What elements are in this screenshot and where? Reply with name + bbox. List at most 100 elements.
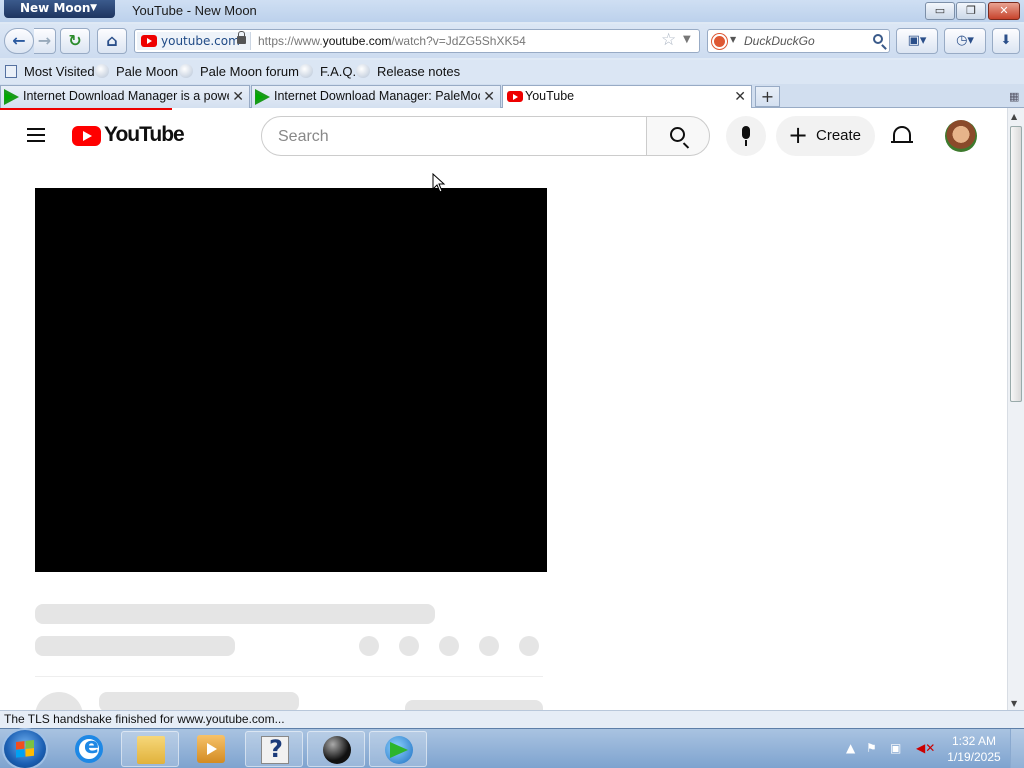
youtube-icon — [507, 91, 523, 102]
restore-button[interactable]: ❐ — [956, 2, 986, 20]
create-label: Create — [816, 127, 862, 144]
scroll-down-arrow-icon[interactable]: ▼ — [1011, 699, 1017, 708]
reload-icon: ↻ — [68, 31, 82, 50]
taskbar-idm[interactable] — [369, 731, 427, 767]
close-tab-icon[interactable]: ✕ — [232, 86, 244, 107]
site-identity-label: youtube.com — [161, 34, 240, 48]
bookmark-star-icon[interactable]: ☆ — [661, 30, 676, 50]
taskbar-new-moon[interactable] — [307, 731, 365, 767]
tab-label: YouTube — [525, 89, 575, 103]
avatar-placeholder — [35, 692, 83, 710]
help-icon — [261, 735, 289, 764]
tab-idm-1[interactable]: Internet Download Manager is a power ✕ — [0, 85, 250, 108]
home-icon: ⌂ — [106, 31, 118, 50]
forward-button[interactable]: → — [34, 28, 56, 54]
globe-icon — [95, 64, 109, 78]
search-icon[interactable] — [873, 34, 883, 44]
site-identity-button[interactable]: youtube.com — [137, 31, 251, 50]
hamburger-menu-icon[interactable] — [27, 128, 45, 142]
back-button[interactable]: ← — [4, 28, 34, 54]
network-icon[interactable]: ▣ — [890, 741, 901, 755]
puzzle-icon: ▣▾ — [907, 33, 927, 48]
minimize-button[interactable]: ▭ — [925, 2, 955, 20]
url-prefix: https://www. — [258, 34, 323, 48]
divider — [35, 676, 543, 677]
scroll-up-arrow-icon[interactable]: ▲ — [1011, 112, 1017, 121]
taskbar-internet-explorer[interactable] — [60, 731, 118, 767]
create-button[interactable]: + Create — [776, 116, 875, 156]
action-center-flag-icon[interactable]: ⚑ — [866, 741, 877, 755]
page-content: YouTube Search + Create — [0, 108, 1007, 710]
url-bar[interactable]: youtube.com https://www.youtube.com/watc… — [134, 29, 700, 53]
grid-icon: ▦ — [1009, 90, 1020, 103]
most-visited-icon — [5, 65, 17, 78]
url-history-dropdown-icon[interactable]: ▼ — [683, 34, 691, 45]
show-hidden-icons-icon[interactable]: ▲ — [846, 741, 855, 755]
search-button[interactable] — [646, 116, 710, 156]
voice-search-button[interactable] — [726, 116, 766, 156]
bookmark-label: F.A.Q. — [320, 64, 357, 79]
bookmarks-toolbar: Most Visited Pale Moon Pale Moon forum F… — [0, 60, 1024, 84]
idm-icon — [4, 89, 19, 105]
lock-icon — [237, 31, 246, 44]
tab-label: Internet Download Manager is a power — [23, 89, 229, 103]
description-placeholder — [99, 692, 299, 710]
close-window-button[interactable]: ✕ — [988, 2, 1020, 20]
idm-icon — [255, 89, 270, 105]
home-button[interactable]: ⌂ — [97, 28, 127, 54]
url-domain: youtube.com — [322, 34, 392, 48]
bookmark-label: Pale Moon forum — [200, 64, 299, 79]
app-menu-button[interactable]: New Moon ▼ — [4, 0, 115, 18]
reload-button[interactable]: ↻ — [60, 28, 90, 54]
scrollbar-thumb[interactable] — [1010, 126, 1022, 402]
new-tab-button[interactable]: + — [755, 86, 780, 107]
globe-icon — [299, 64, 313, 78]
vertical-scrollbar[interactable]: ▲ ▼ — [1007, 108, 1024, 710]
history-button[interactable]: ◷▾ — [944, 28, 986, 54]
notifications-bell-icon[interactable] — [891, 126, 913, 143]
clock-date: 1/19/2025 — [947, 750, 1001, 764]
action-placeholder — [439, 636, 459, 656]
window-title: YouTube - New Moon — [132, 3, 257, 18]
status-bar: The TLS handshake finished for www.youtu… — [0, 710, 1024, 728]
close-tab-icon[interactable]: ✕ — [734, 86, 746, 107]
tab-youtube[interactable]: YouTube ✕ — [502, 85, 752, 109]
close-tab-icon[interactable]: ✕ — [483, 86, 495, 107]
tab-idm-2[interactable]: Internet Download Manager: PaleMoon ✕ — [251, 85, 501, 108]
globe-icon — [179, 64, 193, 78]
bookmark-faq[interactable]: F.A.Q. — [299, 64, 356, 79]
new-moon-icon — [323, 736, 351, 764]
internet-explorer-icon — [75, 734, 103, 763]
clock[interactable]: 1:32 AM 1/19/2025 — [944, 733, 1004, 765]
bookmark-pale-moon[interactable]: Pale Moon — [95, 64, 178, 79]
search-engine-box[interactable]: ▼ DuckDuckGo — [707, 29, 890, 53]
duckduckgo-icon[interactable] — [712, 34, 727, 49]
volume-muted-icon[interactable]: ◀✕ — [916, 741, 935, 755]
video-player[interactable] — [35, 188, 547, 572]
youtube-favicon-icon — [141, 35, 157, 47]
downloads-button[interactable]: ⬇ — [992, 28, 1020, 54]
action-placeholder — [479, 636, 499, 656]
bookmark-label: Most Visited — [24, 64, 95, 79]
show-desktop-button[interactable] — [1010, 729, 1024, 768]
url-text[interactable]: https://www.youtube.com/watch?v=JdZG5ShX… — [258, 34, 526, 48]
start-button[interactable] — [4, 730, 46, 768]
taskbar-media-player[interactable] — [182, 731, 240, 767]
folder-icon — [137, 736, 165, 764]
mouse-cursor-icon — [432, 173, 446, 193]
avatar[interactable] — [945, 120, 977, 152]
app-menu-label: New Moon — [20, 1, 91, 15]
channel-placeholder — [35, 636, 235, 656]
taskbar-help[interactable] — [245, 731, 303, 767]
search-input[interactable]: Search — [261, 116, 647, 156]
taskbar-file-explorer[interactable] — [121, 731, 179, 767]
toolbar-puzzle-button[interactable]: ▣▾ — [896, 28, 938, 54]
chevron-down-icon[interactable]: ▼ — [730, 35, 736, 44]
youtube-play-icon — [72, 126, 101, 146]
list-all-tabs-button[interactable]: ▦ — [1009, 90, 1019, 103]
bookmark-release-notes[interactable]: Release notes — [356, 64, 460, 79]
plus-icon: + — [788, 121, 809, 149]
download-arrow-icon: ⬇ — [1000, 33, 1012, 48]
bookmark-pale-moon-forum[interactable]: Pale Moon forum — [179, 64, 299, 79]
bookmark-most-visited[interactable]: Most Visited — [5, 64, 95, 79]
